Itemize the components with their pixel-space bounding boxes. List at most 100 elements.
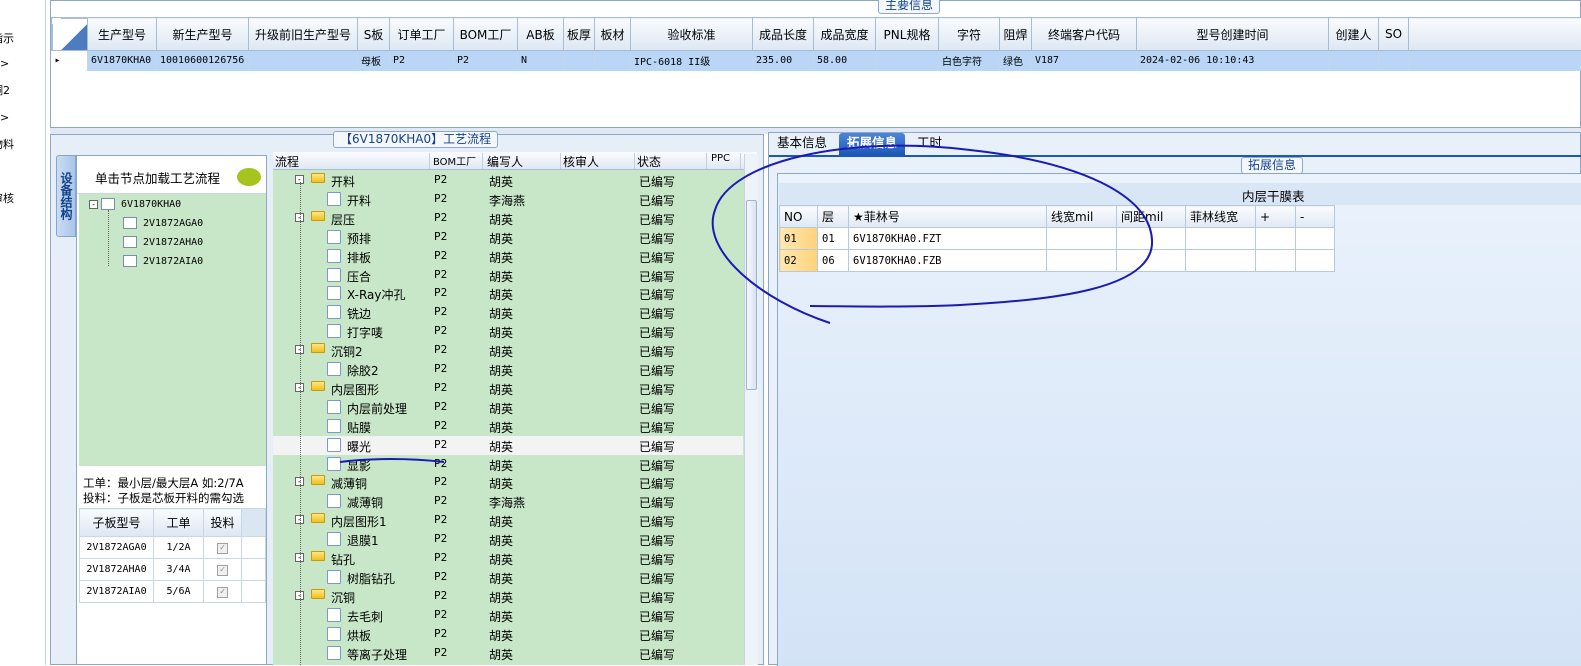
left-nav-item[interactable]: 指示 [0,30,38,46]
cell[interactable]: P2 [390,51,454,71]
table-row[interactable]: 2V1872AGA01/2A✓ [80,537,266,559]
column-header[interactable]: NO [780,206,818,228]
cell[interactable]: N [518,51,564,71]
flow-row[interactable]: 去毛刺P2胡英已编写 [273,606,743,625]
cell[interactable] [1329,51,1379,71]
cell-empty[interactable] [1186,228,1256,250]
column-header[interactable]: 型号创建时间 [1137,18,1329,51]
flow-row[interactable]: X-Ray冲孔P2胡英已编写 [273,284,743,303]
cell[interactable] [249,51,358,71]
column-header[interactable]: 间距mil [1117,206,1186,228]
table-row[interactable]: 02066V1870KHA0.FZB [780,250,1335,272]
cell-empty[interactable] [1296,250,1335,272]
checkbox[interactable]: ✓ [217,565,228,576]
column-header[interactable]: 板材 [595,18,631,51]
column-header[interactable]: 订单工厂 [390,18,454,51]
flow-row[interactable]: 退膜1P2胡英已编写 [273,530,743,549]
column-header[interactable]: 创建人 [1329,18,1379,51]
tree-node-child[interactable]: 2V1872AIA0 [123,255,203,267]
cell[interactable]: 白色字符 [939,51,1000,71]
cell-film[interactable]: 6V1870KHA0.FZB [849,250,1047,272]
flow-row[interactable]: -沉铜P2胡英已编写 [273,587,743,606]
cell-film[interactable]: 6V1870KHA0.FZT [849,228,1047,250]
flow-row[interactable]: 贴膜P2胡英已编写 [273,417,743,436]
cell-empty[interactable] [1256,250,1296,272]
column-header[interactable]: AB板 [518,18,564,51]
left-nav-item[interactable]: 审核 [0,190,38,206]
column-header[interactable]: 升级前旧生产型号 [249,18,358,51]
flow-row[interactable]: 排板P2胡英已编写 [273,247,743,266]
flow-row[interactable]: -内层图形1P2胡英已编写 [273,511,743,530]
cell-empty[interactable] [1047,228,1117,250]
column-header[interactable]: 流程 [275,153,430,169]
table-row[interactable]: 01016V1870KHA0.FZT [780,228,1335,250]
column-header[interactable]: + [1256,206,1296,228]
cell-empty[interactable] [1186,250,1256,272]
flow-row[interactable]: 开料P2李海燕已编写 [273,190,743,209]
cell[interactable] [564,51,595,71]
cell[interactable]: 10010600126756 [157,51,249,71]
column-header[interactable]: 状态 [637,153,707,169]
column-header[interactable]: 工单 [154,509,204,537]
column-header[interactable]: ★菲林号 [849,206,1047,228]
left-nav-item[interactable]: 铜2 [0,82,38,98]
flow-row[interactable]: 打字唛P2胡英已编写 [273,322,743,341]
cell[interactable]: 母板 [358,51,390,71]
column-header[interactable]: 验收标准 [631,18,753,51]
column-header[interactable]: 终端客户代码 [1032,18,1137,51]
table-row[interactable]: 2V1872AHA03/4A✓ [80,559,266,581]
cell[interactable]: P2 [454,51,518,71]
cell-empty[interactable] [1117,250,1186,272]
cell[interactable]: 235.00 [753,51,814,71]
column-header[interactable]: 核审人 [563,153,635,169]
tree-node-root[interactable]: -6V1870KHA0 [89,198,181,210]
checkbox[interactable]: ✓ [217,543,228,554]
cell-empty[interactable] [1296,228,1335,250]
cell-feed[interactable]: ✓ [204,581,242,603]
flow-row[interactable]: 等离子处理P2胡英已编写 [273,644,743,663]
flow-row[interactable]: 预排P2胡英已编写 [273,228,743,247]
flow-grid-scrollbar[interactable] [744,154,758,665]
column-header[interactable]: S板 [358,18,390,51]
cell[interactable] [595,51,631,71]
flow-row[interactable]: 树脂钻孔P2胡英已编写 [273,568,743,587]
flow-row[interactable]: 减薄铜P2李海燕已编写 [273,492,743,511]
cell[interactable]: 绿色 [1000,51,1032,71]
column-header[interactable]: 编写人 [487,153,561,169]
cell-feed[interactable]: ✓ [204,537,242,559]
column-header[interactable]: - [1296,206,1335,228]
column-header[interactable]: 阻焊 [1000,18,1032,51]
flow-row[interactable]: 显影P2胡英已编写 [273,455,743,474]
left-nav-item[interactable]: > [0,57,46,70]
column-header[interactable]: 线宽mil [1047,206,1117,228]
column-header[interactable]: PPC [711,153,741,169]
column-header[interactable]: 菲林线宽 [1186,206,1256,228]
column-header[interactable]: 新生产型号 [157,18,249,51]
tab-basic[interactable]: 基本信息 [769,133,835,155]
column-header[interactable]: 成品长度 [753,18,814,51]
column-header[interactable]: BOM工厂 [454,18,518,51]
cell[interactable]: V187 [1032,51,1137,71]
table-row[interactable]: 2V1872AIA05/6A✓ [80,581,266,603]
column-header[interactable]: 投料 [204,509,242,537]
flow-row[interactable]: -开料P2胡英已编写 [273,171,743,190]
cell-feed[interactable]: ✓ [204,559,242,581]
flow-row[interactable]: 除胶2P2胡英已编写 [273,360,743,379]
column-header[interactable]: SO [1379,18,1409,51]
flow-row[interactable]: -内层图形P2胡英已编写 [273,379,743,398]
column-header[interactable]: 板厚 [564,18,595,51]
device-structure-tab[interactable]: 设备结构 [56,155,76,237]
cell-empty[interactable] [1047,250,1117,272]
tab-extended[interactable]: 拓展信息 [839,133,905,155]
column-header[interactable]: 生产型号 [88,18,157,51]
left-nav-item[interactable]: 物料 [0,136,38,152]
flow-row[interactable]: -层压P2胡英已编写 [273,209,743,228]
column-header[interactable]: 层 [818,206,849,228]
column-header[interactable]: BOM工厂 [433,153,483,169]
tab-hours[interactable]: 工时 [909,133,950,155]
cell[interactable]: IPC-6018 II级 [631,51,753,71]
flow-row[interactable]: 铣边P2胡英已编写 [273,303,743,322]
cell[interactable] [1379,51,1409,71]
column-header[interactable]: 子板型号 [80,509,154,537]
left-nav-item[interactable]: > [0,111,46,124]
